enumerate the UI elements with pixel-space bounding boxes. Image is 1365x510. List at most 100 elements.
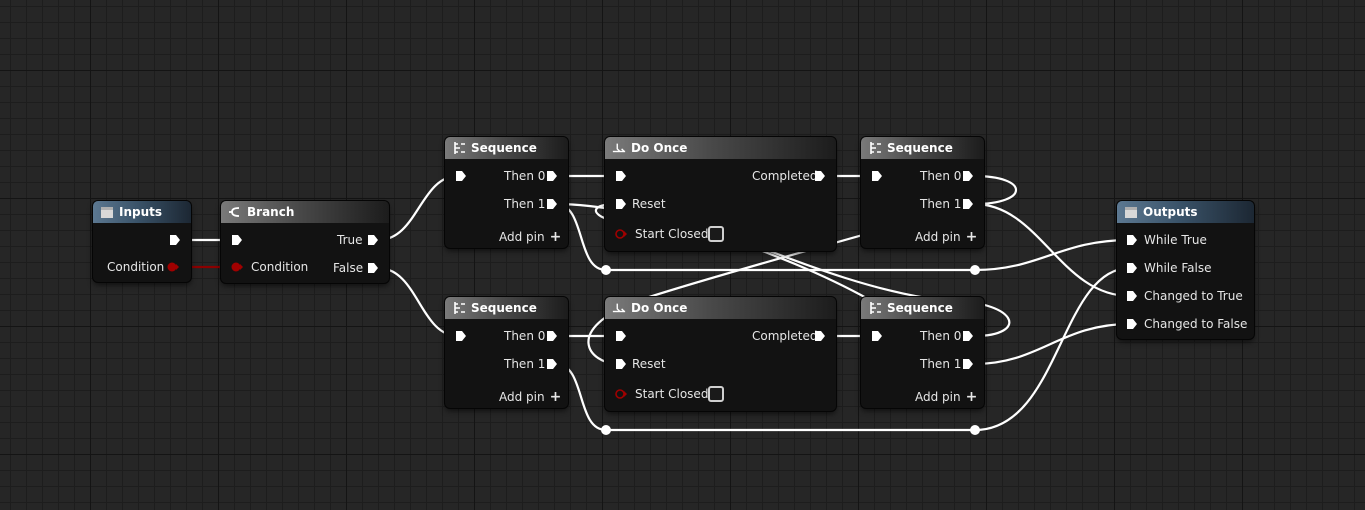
node-title: Branch bbox=[247, 205, 295, 219]
add-pin-label: Add pin bbox=[915, 390, 961, 404]
while-false-label: While False bbox=[1144, 261, 1212, 275]
sequence-node[interactable]: Sequence Then 0 Then 1 Add pin + bbox=[445, 137, 568, 248]
plus-icon: + bbox=[549, 229, 562, 245]
exec-in-pin[interactable] bbox=[615, 170, 627, 182]
add-pin-button[interactable]: Add pin + bbox=[499, 230, 561, 244]
sequence-node-header[interactable]: Sequence bbox=[861, 137, 984, 159]
start-closed-pin[interactable] bbox=[615, 389, 627, 399]
then1-label: Then 1 bbox=[504, 197, 546, 211]
completed-label: Completed bbox=[752, 169, 818, 183]
node-title: Sequence bbox=[887, 301, 953, 315]
add-pin-button[interactable]: Add pin + bbox=[499, 390, 561, 404]
node-title: Do Once bbox=[631, 141, 688, 155]
exec-in-pin[interactable] bbox=[871, 170, 883, 182]
then1-exec-pin[interactable] bbox=[546, 358, 558, 370]
outputs-node-header[interactable]: Outputs bbox=[1117, 201, 1254, 223]
then1-label: Then 1 bbox=[920, 357, 962, 371]
sequence-icon bbox=[868, 141, 882, 155]
outputs-node[interactable]: Outputs While True While False Changed t… bbox=[1117, 201, 1254, 339]
start-closed-label: Start Closed bbox=[635, 227, 709, 241]
completed-label: Completed bbox=[752, 329, 818, 343]
then1-exec-pin[interactable] bbox=[962, 198, 974, 210]
add-pin-label: Add pin bbox=[499, 390, 545, 404]
sequence-icon bbox=[868, 301, 882, 315]
plus-icon: + bbox=[549, 389, 562, 405]
reset-exec-pin[interactable] bbox=[615, 198, 627, 210]
reset-label: Reset bbox=[632, 197, 666, 211]
then0-exec-pin[interactable] bbox=[546, 170, 558, 182]
plus-icon: + bbox=[965, 229, 978, 245]
node-title: Sequence bbox=[887, 141, 953, 155]
reroute-node[interactable] bbox=[601, 265, 611, 275]
struct-icon bbox=[1124, 205, 1138, 219]
do-once-node-header[interactable]: Do Once bbox=[605, 137, 836, 159]
reset-label: Reset bbox=[632, 357, 666, 371]
then0-exec-pin[interactable] bbox=[962, 330, 974, 342]
false-exec-pin[interactable] bbox=[367, 262, 379, 274]
while-true-exec-pin[interactable] bbox=[1126, 234, 1138, 246]
exec-in-pin[interactable] bbox=[231, 234, 243, 246]
then1-label: Then 1 bbox=[504, 357, 546, 371]
reroute-node[interactable] bbox=[970, 425, 980, 435]
inputs-node[interactable]: Inputs Condition bbox=[93, 201, 191, 282]
then0-exec-pin[interactable] bbox=[962, 170, 974, 182]
completed-exec-pin[interactable] bbox=[814, 330, 826, 342]
add-pin-label: Add pin bbox=[499, 230, 545, 244]
reroute-node[interactable] bbox=[601, 425, 611, 435]
start-closed-checkbox[interactable] bbox=[708, 226, 724, 242]
reset-exec-pin[interactable] bbox=[615, 358, 627, 370]
sequence-node-header[interactable]: Sequence bbox=[445, 297, 568, 319]
condition-out-pin[interactable] bbox=[167, 262, 179, 272]
then1-label: Then 1 bbox=[920, 197, 962, 211]
condition-in-pin[interactable] bbox=[231, 262, 243, 272]
false-label: False bbox=[333, 261, 364, 275]
branch-node[interactable]: Branch Condition True False bbox=[221, 201, 389, 283]
node-title: Do Once bbox=[631, 301, 688, 315]
exec-in-pin[interactable] bbox=[871, 330, 883, 342]
then1-exec-pin[interactable] bbox=[962, 358, 974, 370]
start-closed-pin[interactable] bbox=[615, 229, 627, 239]
exec-in-pin[interactable] bbox=[615, 330, 627, 342]
changed-to-false-exec-pin[interactable] bbox=[1126, 318, 1138, 330]
sequence-node-header[interactable]: Sequence bbox=[861, 297, 984, 319]
then1-exec-pin[interactable] bbox=[546, 198, 558, 210]
node-title: Sequence bbox=[471, 301, 537, 315]
plus-icon: + bbox=[965, 389, 978, 405]
exec-in-pin[interactable] bbox=[455, 330, 467, 342]
changed-to-true-label: Changed to True bbox=[1144, 289, 1243, 303]
then0-label: Then 0 bbox=[920, 169, 962, 183]
start-closed-label: Start Closed bbox=[635, 387, 709, 401]
node-title: Inputs bbox=[119, 205, 163, 219]
sequence-node[interactable]: Sequence Then 0 Then 1 Add pin + bbox=[861, 137, 984, 248]
add-pin-label: Add pin bbox=[915, 230, 961, 244]
while-false-exec-pin[interactable] bbox=[1126, 262, 1138, 274]
struct-icon bbox=[100, 205, 114, 219]
do-once-node[interactable]: Do Once Completed Reset Start Closed bbox=[605, 137, 836, 251]
while-true-label: While True bbox=[1144, 233, 1207, 247]
completed-exec-pin[interactable] bbox=[814, 170, 826, 182]
sequence-icon bbox=[452, 141, 466, 155]
branch-node-header[interactable]: Branch bbox=[221, 201, 389, 223]
sequence-node[interactable]: Sequence Then 0 Then 1 Add pin + bbox=[861, 297, 984, 408]
reroute-node[interactable] bbox=[970, 265, 980, 275]
then0-exec-pin[interactable] bbox=[546, 330, 558, 342]
condition-label: Condition bbox=[251, 260, 309, 274]
exec-in-pin[interactable] bbox=[455, 170, 467, 182]
do-once-node[interactable]: Do Once Completed Reset Start Closed bbox=[605, 297, 836, 411]
sequence-node[interactable]: Sequence Then 0 Then 1 Add pin + bbox=[445, 297, 568, 408]
sequence-node-header[interactable]: Sequence bbox=[445, 137, 568, 159]
changed-to-true-exec-pin[interactable] bbox=[1126, 290, 1138, 302]
then0-label: Then 0 bbox=[504, 169, 546, 183]
start-closed-checkbox[interactable] bbox=[708, 386, 724, 402]
add-pin-button[interactable]: Add pin + bbox=[915, 230, 977, 244]
true-exec-pin[interactable] bbox=[367, 234, 379, 246]
then0-label: Then 0 bbox=[504, 329, 546, 343]
branch-icon bbox=[228, 205, 242, 219]
do-once-node-header[interactable]: Do Once bbox=[605, 297, 836, 319]
node-title: Outputs bbox=[1143, 205, 1198, 219]
do-once-icon bbox=[612, 141, 626, 155]
inputs-node-header[interactable]: Inputs bbox=[93, 201, 191, 223]
add-pin-button[interactable]: Add pin + bbox=[915, 390, 977, 404]
exec-out-pin[interactable] bbox=[169, 234, 181, 246]
changed-to-false-label: Changed to False bbox=[1144, 317, 1248, 331]
